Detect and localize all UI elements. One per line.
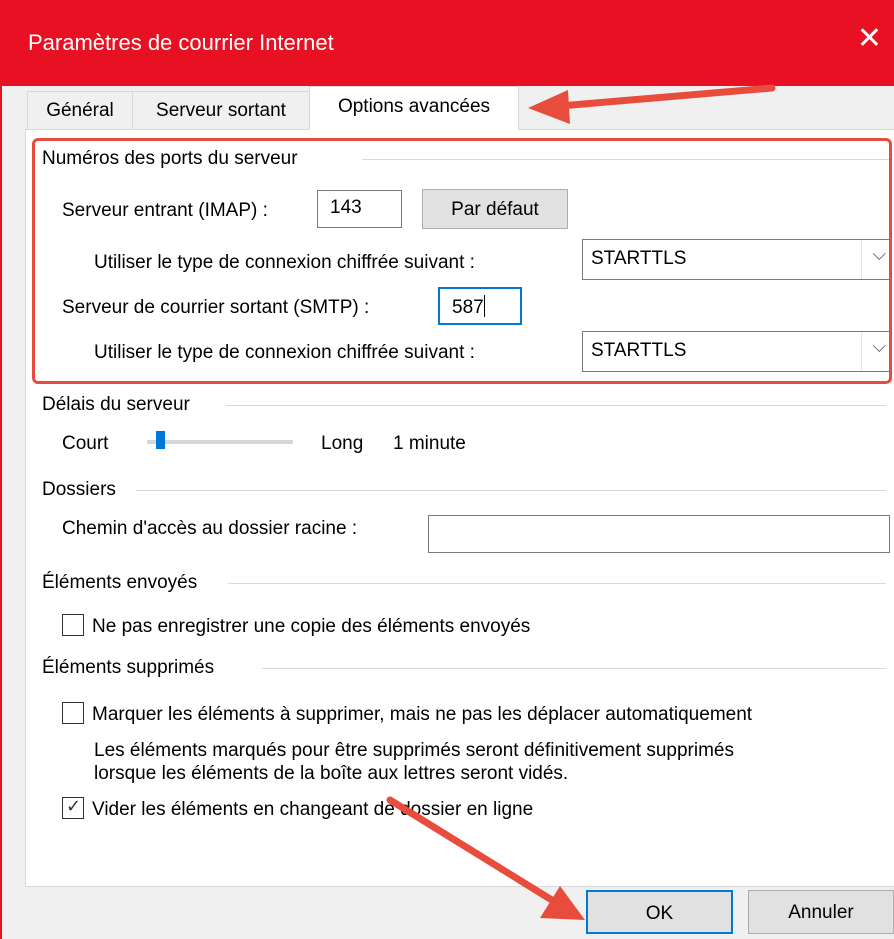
chevron-down-icon: ⌵ bbox=[872, 336, 886, 356]
tab-general[interactable]: Général bbox=[27, 91, 133, 129]
annotation-arrow-icon bbox=[528, 84, 776, 124]
timeout-value-label: 1 minute bbox=[393, 433, 466, 454]
tab-general-label: Général bbox=[46, 100, 114, 121]
timeout-slider-track[interactable] bbox=[147, 440, 293, 444]
mark-delete-checkbox[interactable] bbox=[62, 702, 84, 724]
tab-outgoing-server-label: Serveur sortant bbox=[156, 100, 286, 121]
close-icon[interactable]: ✕ bbox=[857, 24, 882, 54]
outgoing-port-value: 587 bbox=[452, 297, 484, 318]
group-divider bbox=[362, 159, 892, 160]
mark-delete-label[interactable]: Marquer les éléments à supprimer, mais n… bbox=[92, 704, 752, 726]
timeout-short-label: Court bbox=[62, 433, 109, 454]
mark-delete-note-line2: lorsque les éléments de la boîte aux let… bbox=[94, 763, 569, 784]
default-ports-label: Par défaut bbox=[451, 199, 539, 220]
mark-delete-note-line1: Les éléments marqués pour être supprimés… bbox=[94, 740, 734, 761]
group-divider bbox=[228, 583, 886, 584]
encryption-select-outgoing-value: STARTTLS bbox=[591, 340, 687, 361]
tab-advanced-options[interactable]: Options avancées bbox=[309, 86, 519, 130]
encryption-type-label-outgoing: Utiliser le type de connexion chiffrée s… bbox=[94, 342, 475, 363]
encryption-select-incoming[interactable]: STARTTLS ⌵ bbox=[582, 239, 891, 280]
tab-outgoing-server[interactable]: Serveur sortant bbox=[132, 91, 310, 129]
root-folder-label: Chemin d'accès au dossier racine : bbox=[62, 518, 358, 539]
chevron-down-icon: ⌵ bbox=[872, 244, 886, 264]
encryption-type-label-incoming: Utiliser le type de connexion chiffrée s… bbox=[94, 252, 475, 273]
timeout-slider-thumb[interactable] bbox=[156, 431, 165, 449]
incoming-port-value: 143 bbox=[330, 197, 362, 218]
root-folder-input[interactable] bbox=[428, 515, 890, 553]
sent-group-title: Éléments envoyés bbox=[42, 572, 198, 593]
annotation-arrow-icon bbox=[386, 796, 585, 920]
no-copy-checkbox[interactable] bbox=[62, 614, 84, 636]
cancel-button-label: Annuler bbox=[788, 902, 854, 923]
folders-group-title: Dossiers bbox=[42, 479, 116, 500]
purge-checkbox[interactable]: ✓ bbox=[62, 796, 84, 819]
checkmark-icon: ✓ bbox=[66, 796, 82, 816]
ports-group-title: Numéros des ports du serveur bbox=[42, 148, 298, 169]
incoming-port-input[interactable]: 143 bbox=[317, 190, 402, 228]
timeout-long-label: Long bbox=[321, 433, 364, 454]
ok-button[interactable]: OK bbox=[586, 890, 733, 934]
text-caret bbox=[483, 295, 485, 317]
tab-advanced-options-label: Options avancées bbox=[337, 96, 491, 117]
dialog-window: Paramètres de courrier Internet ✕ Généra… bbox=[0, 0, 894, 939]
group-divider bbox=[262, 668, 886, 669]
window-title: Paramètres de courrier Internet bbox=[28, 30, 334, 55]
deleted-group-title: Éléments supprimés bbox=[42, 657, 215, 678]
group-divider bbox=[136, 490, 886, 491]
cancel-button[interactable]: Annuler bbox=[748, 890, 894, 934]
ok-button-label: OK bbox=[645, 903, 674, 924]
timeout-group-title: Délais du serveur bbox=[42, 394, 190, 415]
encryption-select-outgoing[interactable]: STARTTLS ⌵ bbox=[582, 331, 891, 372]
group-divider bbox=[226, 405, 886, 406]
incoming-port-label: Serveur entrant (IMAP) : bbox=[62, 200, 268, 221]
no-copy-label[interactable]: Ne pas enregistrer une copie des élément… bbox=[92, 616, 530, 638]
outgoing-port-input[interactable]: 587 bbox=[438, 287, 522, 325]
encryption-select-incoming-value: STARTTLS bbox=[591, 248, 687, 269]
outgoing-port-label: Serveur de courrier sortant (SMTP) : bbox=[62, 297, 370, 318]
window-border bbox=[0, 86, 2, 939]
default-ports-button[interactable]: Par défaut bbox=[422, 189, 568, 229]
